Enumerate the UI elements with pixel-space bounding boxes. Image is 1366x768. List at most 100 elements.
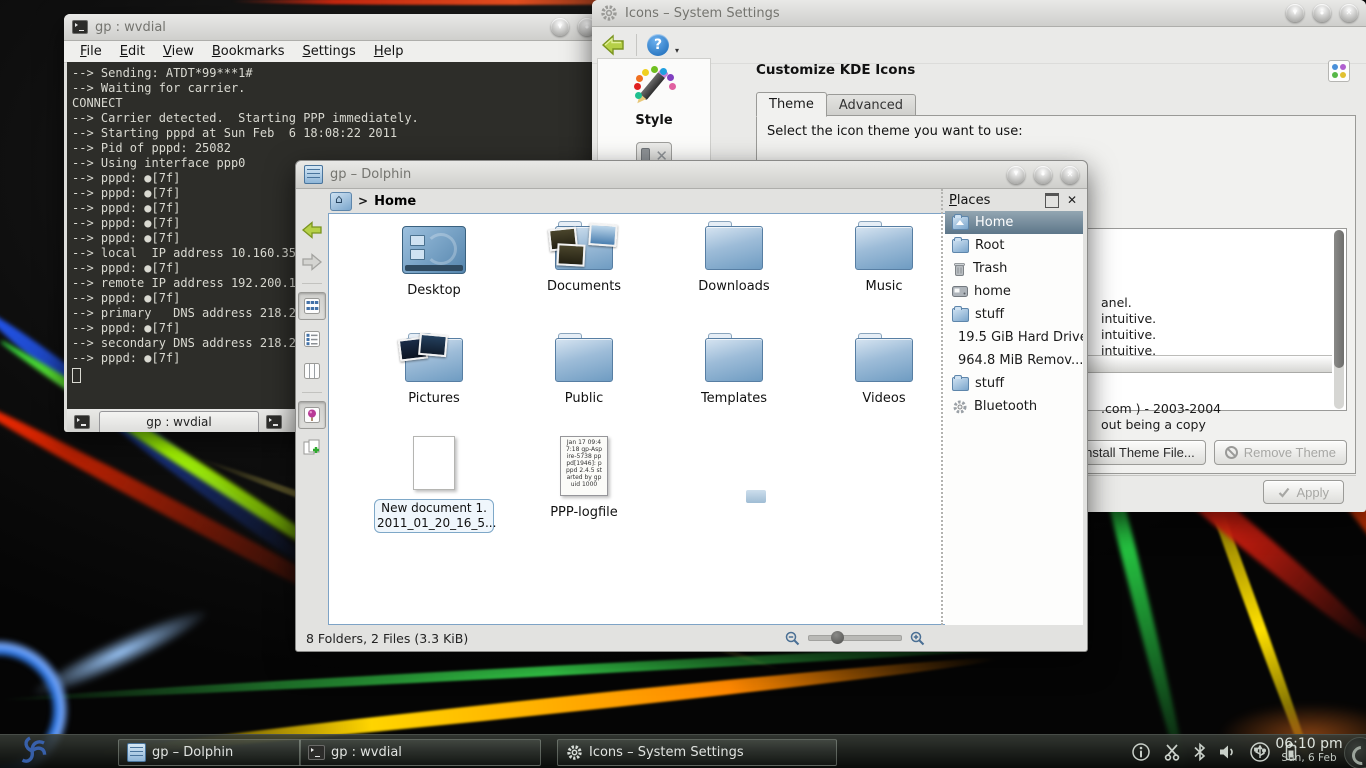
- zoom-out-icon[interactable]: [785, 631, 800, 646]
- breadcrumb-separator: >: [358, 194, 368, 208]
- dolphin-icon: [127, 743, 146, 762]
- toolbar-separator: [636, 34, 637, 56]
- place-hard-drive[interactable]: 19.5 GiB Hard Drive: [945, 326, 1083, 349]
- dolphin-toolbar: [298, 213, 326, 625]
- place-root[interactable]: Root: [945, 234, 1083, 257]
- blank-document-icon: [413, 436, 455, 490]
- minimize-button[interactable]: [1007, 166, 1025, 184]
- zoom-slider-handle[interactable]: [831, 631, 844, 644]
- bluetooth-icon[interactable]: [1193, 742, 1207, 762]
- menu-view[interactable]: View: [155, 43, 202, 60]
- split-view-button[interactable]: [299, 435, 325, 461]
- folder-item-documents[interactable]: Documents: [524, 226, 644, 294]
- dolphin-titlebar[interactable]: gp – Dolphin: [296, 161, 1087, 189]
- place-stuff-1[interactable]: stuff: [945, 303, 1083, 326]
- desktop: gp : wvdial File Edit View Bookmarks Set…: [0, 0, 1366, 768]
- folder-item-public[interactable]: Public: [524, 338, 644, 406]
- close-panel-icon[interactable]: ✕: [1067, 193, 1077, 207]
- folder-item-videos[interactable]: Videos: [824, 338, 944, 406]
- logfile-preview-icon: Jan 17 09:4 7:18 gp-Asp ire-5738 pp pd[1…: [560, 436, 608, 496]
- taskbar-panel: gp – Dolphin gp : wvdial Icons – System …: [0, 734, 1366, 768]
- tab-list-button[interactable]: [263, 412, 285, 431]
- minimize-button[interactable]: [1286, 4, 1304, 22]
- file-item-new-document[interactable]: New document 1. 2011_01_20_16_5...: [374, 436, 494, 533]
- minimize-button[interactable]: [551, 18, 569, 36]
- preview-toggle-button[interactable]: [298, 401, 326, 429]
- select-theme-label: Select the icon theme you want to use:: [767, 124, 1023, 139]
- menu-help[interactable]: Help: [366, 43, 412, 60]
- scrollbar[interactable]: [1334, 230, 1344, 409]
- scrollbar-thumb[interactable]: [1334, 230, 1344, 368]
- folder-item-desktop[interactable]: Desktop: [374, 226, 494, 298]
- device-notifier-usb-icon[interactable]: [1249, 741, 1271, 763]
- places-panel: Places ✕ Home Root Trash home stuff 19.5…: [941, 189, 1083, 625]
- desktop-folder-icon: [402, 226, 466, 274]
- home-folder-icon: [952, 216, 969, 230]
- close-button[interactable]: [1340, 4, 1358, 22]
- folder-item-downloads[interactable]: Downloads: [674, 226, 794, 294]
- konsole-tab[interactable]: gp : wvdial: [99, 411, 259, 432]
- settings-tabs: Theme Advanced: [756, 92, 916, 117]
- panel-cashew-icon[interactable]: [1344, 737, 1366, 768]
- settings-title: Icons – System Settings: [625, 6, 780, 21]
- columns-view-button[interactable]: [299, 358, 325, 384]
- folder-icon: [855, 226, 913, 270]
- folder-item-templates[interactable]: Templates: [674, 338, 794, 406]
- place-bluetooth[interactable]: Bluetooth: [945, 395, 1083, 418]
- check-icon: [1278, 487, 1290, 498]
- new-tab-button[interactable]: [71, 412, 93, 431]
- info-icon[interactable]: [1131, 742, 1151, 762]
- klipper-scissors-icon[interactable]: [1162, 742, 1182, 762]
- tab-advanced[interactable]: Advanced: [826, 94, 916, 117]
- menu-edit[interactable]: Edit: [112, 43, 153, 60]
- folder-icon: [555, 338, 613, 382]
- close-button[interactable]: [1061, 166, 1079, 184]
- task-konsole[interactable]: gp : wvdial: [299, 739, 541, 766]
- place-removable-drive[interactable]: 964.8 MiB Remov...: [945, 349, 1083, 372]
- place-home[interactable]: Home: [945, 211, 1083, 234]
- place-home-partition[interactable]: home: [945, 280, 1083, 303]
- tab-theme[interactable]: Theme: [756, 92, 827, 117]
- place-trash[interactable]: Trash: [945, 257, 1083, 280]
- maximize-button[interactable]: [1313, 4, 1331, 22]
- details-view-button[interactable]: [299, 326, 325, 352]
- breadcrumb-home[interactable]: Home: [374, 194, 416, 209]
- menu-file[interactable]: File: [72, 43, 110, 60]
- home-crumb-icon[interactable]: [330, 192, 352, 211]
- sidebar-item-style[interactable]: Style: [598, 67, 710, 128]
- digital-clock[interactable]: 06:10 pm Sun, 6 Feb: [1270, 737, 1348, 765]
- zoom-slider[interactable]: [808, 635, 902, 641]
- chevron-down-icon[interactable]: ▾: [675, 46, 679, 55]
- folder-item-pictures[interactable]: Pictures: [374, 338, 494, 406]
- float-panel-icon[interactable]: [1045, 193, 1059, 208]
- help-button[interactable]: ?: [647, 34, 669, 56]
- menu-bookmarks[interactable]: Bookmarks: [204, 43, 293, 60]
- place-stuff-2[interactable]: stuff: [945, 372, 1083, 395]
- icon-preview-widget: [1328, 60, 1350, 82]
- forward-button[interactable]: [299, 249, 325, 275]
- icons-view-button[interactable]: [298, 292, 326, 320]
- window-dolphin: gp – Dolphin > Home: [295, 160, 1088, 652]
- dolphin-title: gp – Dolphin: [330, 167, 411, 182]
- task-system-settings[interactable]: Icons – System Settings: [557, 739, 837, 766]
- launcher-icon[interactable]: [8, 735, 56, 768]
- file-item-ppp-logfile[interactable]: Jan 17 09:4 7:18 gp-Asp ire-5738 pp pd[1…: [524, 436, 644, 520]
- settings-titlebar[interactable]: Icons – System Settings: [592, 0, 1366, 27]
- folder-view[interactable]: Desktop Documents Downloads Music: [328, 213, 948, 625]
- remove-theme-button[interactable]: Remove Theme: [1214, 440, 1347, 465]
- volume-icon[interactable]: [1218, 743, 1238, 761]
- folder-icon: [952, 239, 969, 253]
- konsole-title: gp : wvdial: [95, 20, 166, 35]
- folder-icon: [952, 377, 969, 391]
- konsole-titlebar[interactable]: gp : wvdial: [64, 14, 604, 41]
- folder-item-music[interactable]: Music: [824, 226, 944, 294]
- page-title: Customize KDE Icons: [756, 62, 915, 78]
- zoom-in-icon[interactable]: [910, 631, 925, 646]
- maximize-button[interactable]: [1034, 166, 1052, 184]
- folder-icon: [705, 338, 763, 382]
- apply-button[interactable]: Apply: [1263, 480, 1344, 504]
- back-button[interactable]: [299, 217, 325, 243]
- back-button[interactable]: [600, 33, 626, 57]
- task-dolphin[interactable]: gp – Dolphin: [118, 739, 301, 766]
- menu-settings[interactable]: Settings: [294, 43, 363, 60]
